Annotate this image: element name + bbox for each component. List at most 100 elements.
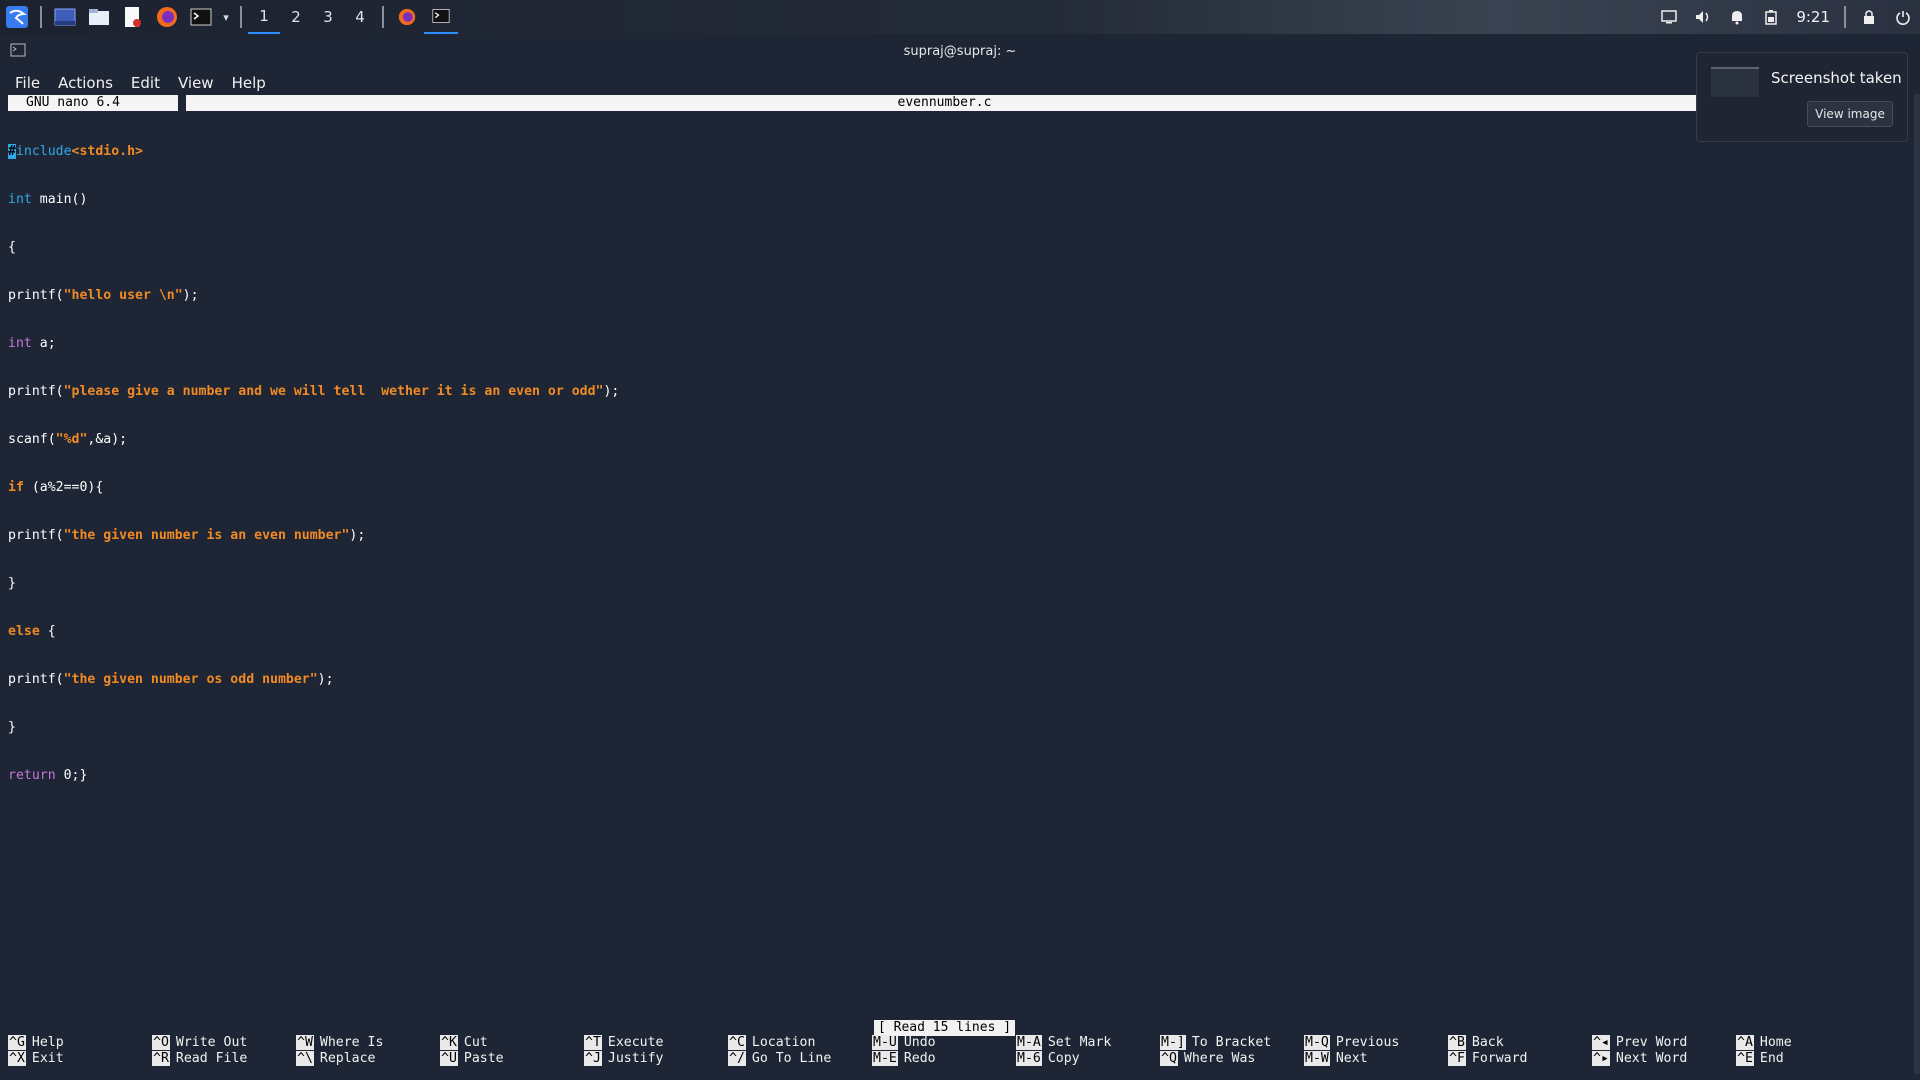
battery-icon[interactable] <box>1754 0 1788 34</box>
shortcut-item: ^O Write Out <box>152 1035 296 1051</box>
code-text: 0;} <box>55 768 88 783</box>
shortcut-key: M-E <box>872 1051 898 1066</box>
shortcut-item: ^W Where Is <box>296 1035 440 1051</box>
menu-view[interactable]: View <box>169 74 223 92</box>
shortcut-column: ^T Execute ^J Justify <box>584 1035 728 1067</box>
code-text: a; <box>31 336 56 351</box>
code-text: ); <box>317 672 334 687</box>
notification-title: Screenshot taken <box>1771 69 1902 87</box>
shortcut-key: ^F <box>1448 1051 1466 1066</box>
shortcut-item: ^R Read File <box>152 1051 296 1067</box>
shortcut-label: Next <box>1335 1051 1368 1066</box>
shortcut-key: ^K <box>440 1035 458 1050</box>
shortcut-key: ^C <box>728 1035 746 1050</box>
cursor: # <box>8 144 16 159</box>
lock-icon[interactable] <box>1852 0 1886 34</box>
shortcut-item: ^J Justify <box>584 1051 728 1067</box>
code-text: printf( <box>8 288 64 303</box>
shortcut-label: To Bracket <box>1191 1035 1272 1050</box>
shortcut-key: ^▸ <box>1592 1051 1610 1066</box>
shortcut-label: Write Out <box>175 1035 248 1050</box>
workspace-2[interactable]: 2 <box>280 0 312 34</box>
code-text: (a%2==0){ <box>23 480 104 495</box>
volume-icon[interactable] <box>1686 0 1720 34</box>
shortcut-key: ^U <box>440 1051 458 1066</box>
code-text: ); <box>182 288 199 303</box>
shortcut-item: M-A Set Mark <box>1016 1035 1160 1051</box>
nano-header: GNU nano 6.4 evennumber.c <box>8 95 1912 111</box>
menu-help[interactable]: Help <box>223 74 275 92</box>
power-icon[interactable] <box>1886 0 1920 34</box>
shortcut-label: Paste <box>463 1051 504 1066</box>
workspace-4[interactable]: 4 <box>344 0 376 34</box>
shortcut-label: Cut <box>463 1035 488 1050</box>
code-line: int a; <box>8 336 619 352</box>
code-line: printf("the given number is an even numb… <box>8 528 619 544</box>
window-titlebar[interactable]: supraj@supraj: ~ <box>0 34 1920 68</box>
code-line: int main() <box>8 192 619 208</box>
shortcut-label: Back <box>1471 1035 1504 1050</box>
shortcut-item: M-Q Previous <box>1304 1035 1448 1051</box>
firefox-icon[interactable] <box>150 0 184 34</box>
shortcut-item: ^F Forward <box>1448 1051 1592 1067</box>
workspace-1[interactable]: 1 <box>248 0 280 34</box>
shortcut-item: ^▸ Next Word <box>1592 1051 1736 1067</box>
task-terminal[interactable] <box>424 0 458 34</box>
terminal-scrollbar[interactable] <box>1914 94 1920 1074</box>
kali-menu-icon[interactable] <box>0 0 34 34</box>
text-editor-icon[interactable] <box>116 0 150 34</box>
code-line: } <box>8 720 619 736</box>
shortcut-item: ^T Execute <box>584 1035 728 1051</box>
string-literal: "please give a number and we will tell w… <box>63 384 604 399</box>
shortcut-column: M-Q Previous M-W Next <box>1304 1035 1448 1067</box>
code-text: } <box>8 576 16 591</box>
shortcut-item: ^A Home <box>1736 1035 1880 1051</box>
show-desktop-icon[interactable] <box>48 0 82 34</box>
shortcut-column: ^G Help ^X Exit <box>8 1035 152 1067</box>
terminal-area[interactable]: GNU nano 6.4 evennumber.c #include<stdio… <box>8 95 1912 1080</box>
shortcut-label: Go To Line <box>751 1051 832 1066</box>
code-text: printf( <box>8 528 64 543</box>
shortcut-column: ^B Back ^F Forward <box>1448 1035 1592 1067</box>
terminal-window: supraj@supraj: ~ File Actions Edit View … <box>0 34 1920 1080</box>
terminal-icon[interactable] <box>184 0 218 34</box>
menu-actions[interactable]: Actions <box>49 74 122 92</box>
shortcut-label: Location <box>751 1035 816 1050</box>
display-icon[interactable] <box>1652 0 1686 34</box>
firefox-icon <box>398 8 416 26</box>
code-editor[interactable]: #include<stdio.h> int main() { printf("h… <box>8 112 619 816</box>
shortcut-key: ^G <box>8 1035 26 1050</box>
shortcut-key: ^O <box>152 1035 170 1050</box>
shortcut-label: Where Is <box>319 1035 384 1050</box>
shortcut-label: Previous <box>1335 1035 1400 1050</box>
shortcut-key: M-] <box>1160 1035 1186 1050</box>
shortcut-item: ^K Cut <box>440 1035 584 1051</box>
code-text: ,&a); <box>87 432 128 447</box>
shortcut-label: Exit <box>31 1051 64 1066</box>
file-manager-icon[interactable] <box>82 0 116 34</box>
shortcut-item: M-W Next <box>1304 1051 1448 1067</box>
shortcut-label: Copy <box>1047 1051 1080 1066</box>
shortcut-label: Redo <box>903 1051 936 1066</box>
shortcut-item: M-] To Bracket <box>1160 1035 1304 1051</box>
clock[interactable]: 9:21 <box>1788 8 1838 26</box>
workspace-3[interactable]: 3 <box>312 0 344 34</box>
code-line: printf("please give a number and we will… <box>8 384 619 400</box>
code-text: } <box>8 720 16 735</box>
shortcut-item: ^\ Replace <box>296 1051 440 1067</box>
keyword: return <box>8 768 56 783</box>
chevron-down-icon[interactable]: ▾ <box>218 0 234 34</box>
screenshot-notification: Screenshot taken View image <box>1696 52 1908 142</box>
shortcut-key: ^\ <box>296 1051 314 1066</box>
menu-file[interactable]: File <box>6 74 49 92</box>
notifications-icon[interactable] <box>1720 0 1754 34</box>
menu-edit[interactable]: Edit <box>122 74 169 92</box>
view-image-button[interactable]: View image <box>1807 101 1893 127</box>
string-literal: "%d" <box>55 432 88 447</box>
shortcut-label: Prev Word <box>1615 1035 1688 1050</box>
shortcut-label: Undo <box>903 1035 936 1050</box>
screenshot-thumbnail[interactable] <box>1711 67 1759 97</box>
task-firefox[interactable] <box>390 0 424 34</box>
shortcut-column: ^◂ Prev Word ^▸ Next Word <box>1592 1035 1736 1067</box>
keyword: else <box>8 624 40 639</box>
